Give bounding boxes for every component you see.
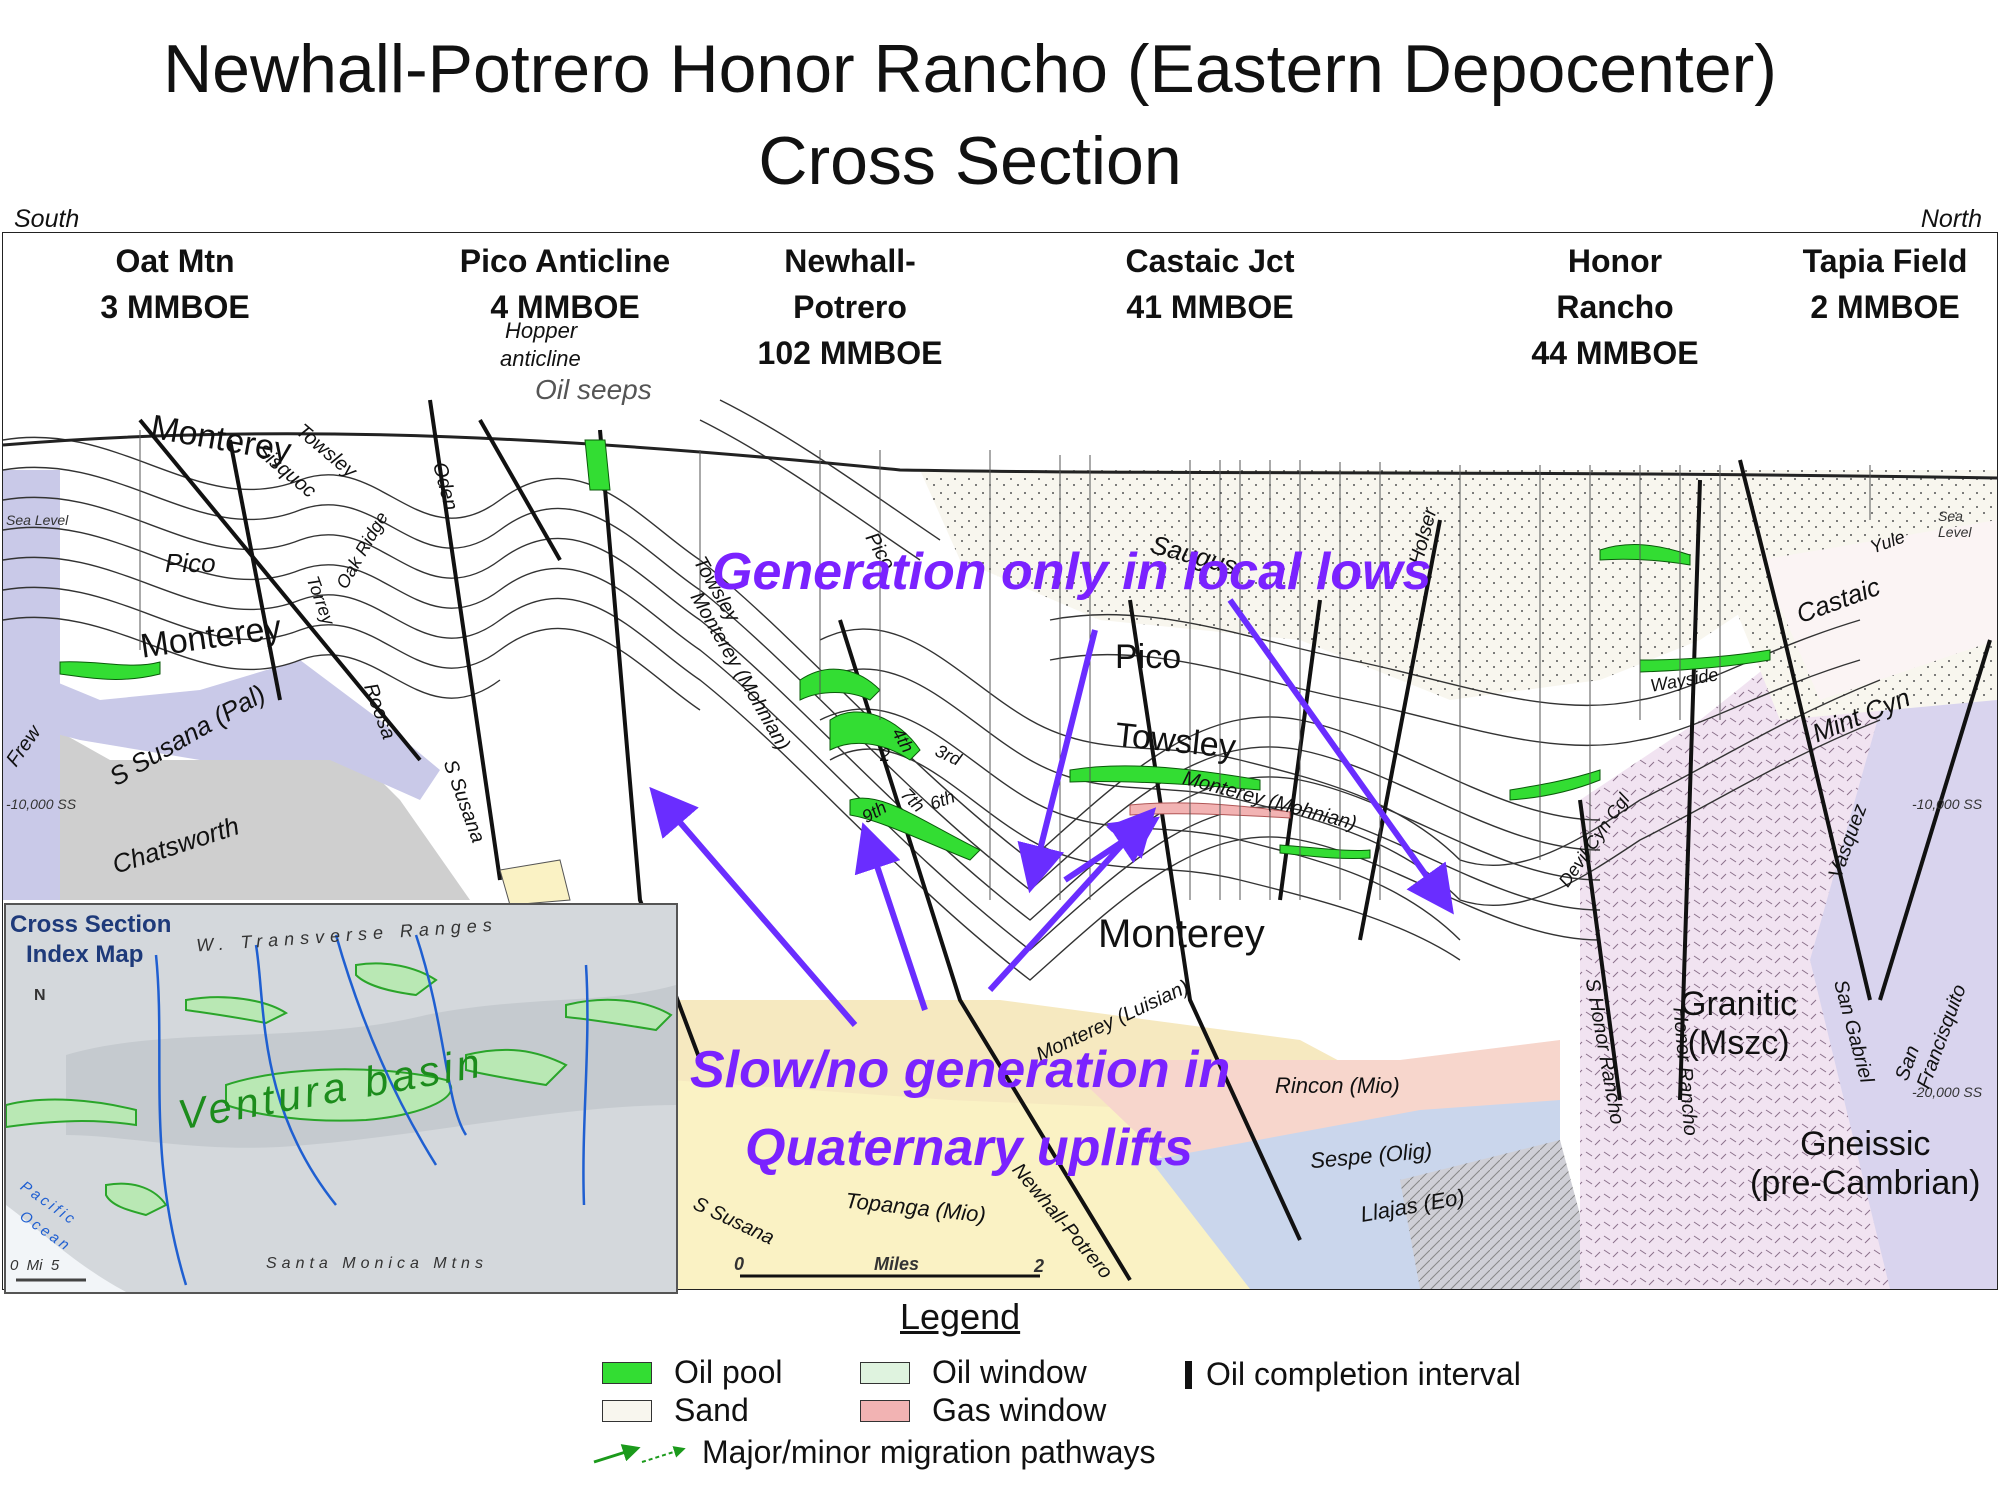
field-castaic-jct: Castaic Jct 41 MMBOE bbox=[1090, 238, 1330, 330]
legend-title: Legend bbox=[900, 1296, 1021, 1337]
legend: Legend Oil pool Sand Oil window Gas wind… bbox=[560, 1296, 1660, 1496]
legend-sand-label: Sand bbox=[674, 1392, 749, 1428]
anticline-label: anticline bbox=[500, 346, 581, 371]
field-name: Castaic Jct bbox=[1125, 243, 1295, 279]
gas-window-swatch bbox=[860, 1399, 910, 1422]
callout-slow-generation-1: Slow/no generation in bbox=[690, 1041, 1231, 1099]
legend-oil-pool: Oil pool bbox=[602, 1354, 783, 1391]
depth-10k-right: -10,000 SS bbox=[1912, 796, 1983, 812]
unit-pico-castaic: Pico bbox=[1115, 638, 1182, 676]
unit-gneissic: Gneissic (pre-Cambrian) bbox=[1750, 1125, 1981, 1203]
field-name: Newhall- bbox=[784, 243, 916, 279]
sand-swatch bbox=[602, 1399, 652, 1422]
field-name: Oat Mtn bbox=[115, 243, 235, 279]
field-reserves: 41 MMBOE bbox=[1126, 289, 1294, 325]
sea-level-left: Sea Level bbox=[6, 512, 69, 528]
zone-2: 2 bbox=[880, 745, 891, 765]
callout-generation-local-lows: Generation only in local lows bbox=[712, 543, 1432, 601]
legend-oil-window: Oil window bbox=[860, 1354, 1087, 1391]
unit-rincon: Rincon (Mio) bbox=[1275, 1073, 1400, 1098]
unit-pico-left: Pico bbox=[165, 548, 216, 578]
legend-completion-label: Oil completion interval bbox=[1206, 1356, 1521, 1392]
north-arrow-icon: N bbox=[34, 987, 46, 1004]
field-name: Honor bbox=[1567, 243, 1663, 279]
field-pico-anticline: Pico Anticline 4 MMBOE bbox=[440, 238, 690, 330]
gneissic-age: (pre-Cambrian) bbox=[1750, 1164, 1981, 1202]
field-reserves: 3 MMBOE bbox=[100, 289, 250, 325]
field-name: Tapia Field bbox=[1802, 243, 1968, 279]
legend-completion: Oil completion interval bbox=[1185, 1356, 1521, 1393]
scale-zero: 0 bbox=[734, 1254, 745, 1274]
legend-gas-window-label: Gas window bbox=[932, 1392, 1107, 1428]
oil-window-swatch bbox=[860, 1361, 910, 1384]
gneissic-name: Gneissic bbox=[1800, 1125, 1931, 1163]
field-reserves: 2 MMBOE bbox=[1810, 289, 1960, 325]
scale-miles: Miles bbox=[874, 1254, 920, 1274]
oil-pool-swatch bbox=[602, 1361, 652, 1384]
field-reserves: 44 MMBOE bbox=[1531, 335, 1699, 371]
field-name-line2: Rancho bbox=[1556, 289, 1674, 325]
field-name-line2: Potrero bbox=[793, 289, 907, 325]
callout-slow-generation-2: Quaternary uplifts bbox=[745, 1119, 1193, 1177]
legend-oil-pool-label: Oil pool bbox=[674, 1354, 783, 1390]
unit-monterey-main: Monterey bbox=[1098, 912, 1265, 956]
scale-two: 2 bbox=[1034, 1256, 1045, 1276]
legend-oil-window-label: Oil window bbox=[932, 1354, 1087, 1390]
field-name: Pico Anticline bbox=[459, 243, 671, 279]
completion-swatch bbox=[1185, 1360, 1192, 1389]
sea-level-right: Sea Level bbox=[1938, 508, 1972, 540]
field-oat-mtn: Oat Mtn 3 MMBOE bbox=[80, 238, 270, 330]
depth-10k-left: -10,000 SS bbox=[6, 796, 77, 812]
legend-migration: Major/minor migration pathways bbox=[590, 1434, 1156, 1471]
unit-granitic: Granitic (Mszc) bbox=[1680, 985, 1797, 1063]
map-scale-label: 0 Mi 5 bbox=[10, 1257, 60, 1274]
legend-migration-label: Major/minor migration pathways bbox=[702, 1434, 1156, 1470]
map-title-1: Cross Section bbox=[10, 911, 172, 938]
legend-sand: Sand bbox=[602, 1392, 749, 1429]
map-title-2: Index Map bbox=[26, 941, 144, 968]
field-reserves: 102 MMBOE bbox=[757, 335, 943, 371]
map-mountains-label: Santa Monica Mtns bbox=[266, 1255, 488, 1272]
field-tapia: Tapia Field 2 MMBOE bbox=[1770, 238, 2000, 330]
granitic-code: (Mszc) bbox=[1687, 1024, 1790, 1062]
index-map-inset: Cross Section Index Map W. Transverse Ra… bbox=[4, 903, 678, 1294]
field-honor-rancho: Honor Rancho 44 MMBOE bbox=[1500, 238, 1730, 376]
migration-arrows-icon bbox=[593, 1443, 686, 1463]
oil-seeps-label: Oil seeps bbox=[535, 374, 652, 405]
field-newhall-potrero: Newhall- Potrero 102 MMBOE bbox=[730, 238, 970, 376]
hopper-label: Hopper bbox=[505, 318, 578, 343]
legend-gas-window: Gas window bbox=[860, 1392, 1106, 1429]
granitic-name: Granitic bbox=[1680, 985, 1798, 1023]
